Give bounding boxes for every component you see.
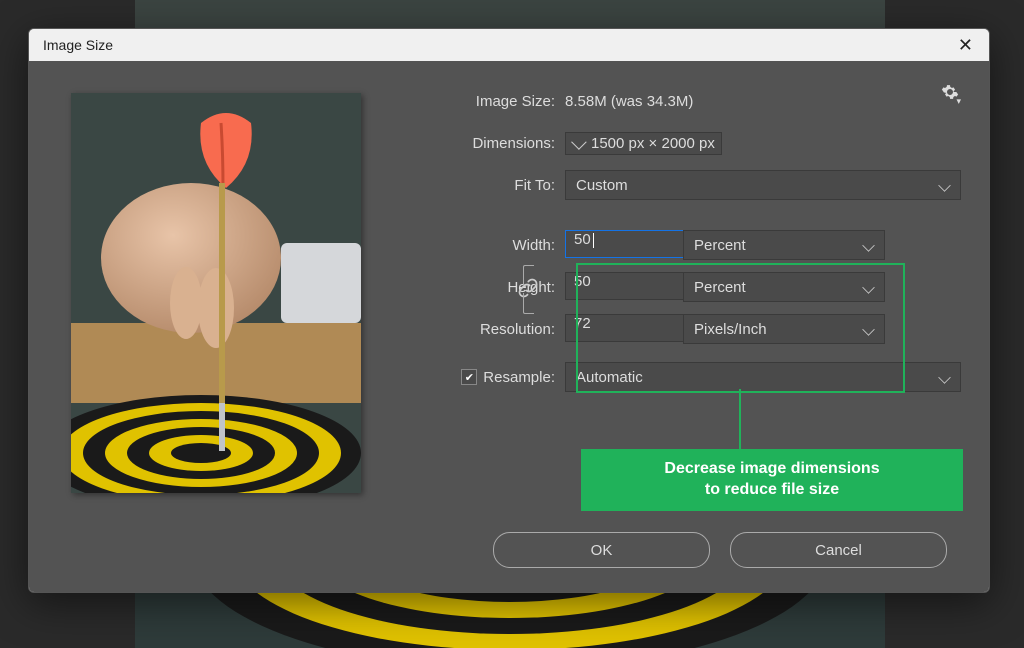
image-size-label: Image Size: xyxy=(383,93,565,110)
resolution-unit-value: Pixels/Inch xyxy=(694,321,767,338)
chevron-down-icon xyxy=(938,179,950,191)
resolution-unit-select[interactable]: Pixels/Inch xyxy=(683,314,885,344)
constrain-proportions-toggle[interactable] xyxy=(515,275,541,301)
chevron-down-icon xyxy=(571,134,587,150)
width-input[interactable]: 50 xyxy=(565,230,693,258)
resample-label: Resample: xyxy=(483,369,555,386)
height-unit-select[interactable]: Percent xyxy=(683,272,885,302)
image-size-dialog: Image Size ✕ xyxy=(28,28,990,593)
resample-checkbox[interactable]: ✔ xyxy=(461,369,477,385)
fit-to-select[interactable]: Custom xyxy=(565,170,961,200)
preview-thumbnail xyxy=(71,93,361,493)
dimensions-label: Dimensions: xyxy=(383,135,565,152)
titlebar: Image Size ✕ xyxy=(29,29,989,61)
annotation-callout: Decrease image dimensions to reduce file… xyxy=(581,449,963,511)
resample-value: Automatic xyxy=(576,369,643,386)
chevron-down-icon xyxy=(862,281,874,293)
dimensions-value: 1500 px × 2000 px xyxy=(591,135,715,152)
dialog-title: Image Size xyxy=(43,37,113,53)
chevron-down-icon xyxy=(938,371,950,383)
image-size-value: 8.58M (was 34.3M) xyxy=(565,93,693,110)
close-button[interactable]: ✕ xyxy=(950,35,981,56)
dialog-buttons: OK Cancel xyxy=(493,532,947,568)
fields-panel: ▾ Image Size: 8.58M (was 34.3M) Dimensio… xyxy=(383,61,989,592)
resample-select[interactable]: Automatic xyxy=(565,362,961,392)
cancel-button[interactable]: Cancel xyxy=(730,532,947,568)
fit-to-value: Custom xyxy=(576,177,628,194)
resolution-label: Resolution: xyxy=(383,321,565,338)
width-label: Width: xyxy=(383,237,565,254)
chevron-down-icon xyxy=(862,323,874,335)
dimensions-dropdown[interactable]: 1500 px × 2000 px xyxy=(565,132,722,155)
dialog-body: ▾ Image Size: 8.58M (was 34.3M) Dimensio… xyxy=(29,61,989,592)
settings-gear-icon[interactable]: ▾ xyxy=(941,83,959,105)
height-input[interactable]: 50 xyxy=(565,272,693,300)
annotation-connector xyxy=(739,389,741,451)
ok-button[interactable]: OK xyxy=(493,532,710,568)
chevron-down-icon xyxy=(862,239,874,251)
fit-to-label: Fit To: xyxy=(383,177,565,194)
resolution-input[interactable]: 72 xyxy=(565,314,693,342)
height-unit-value: Percent xyxy=(694,279,746,296)
width-unit-select[interactable]: Percent xyxy=(683,230,885,260)
width-unit-value: Percent xyxy=(694,237,746,254)
